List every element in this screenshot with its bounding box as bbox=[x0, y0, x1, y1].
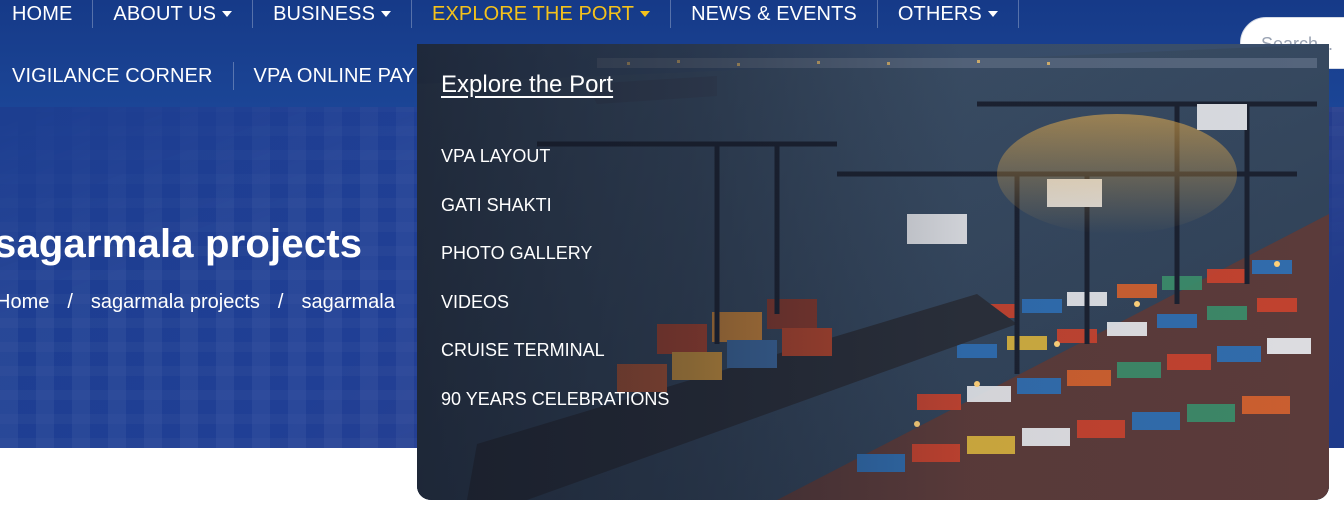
breadcrumb-current: sagarmala bbox=[301, 291, 395, 313]
nav-item-label: HOME bbox=[12, 3, 73, 25]
nav-item-business[interactable]: BUSINESS bbox=[253, 0, 413, 28]
menu-item-gati-shakti[interactable]: GATI SHAKTI bbox=[441, 192, 669, 241]
nav-item-vpa-online-pay[interactable]: VPA ONLINE PAY bbox=[234, 62, 435, 90]
nav-item-others[interactable]: OTHERS bbox=[878, 0, 1019, 28]
nav-item-label: EXPLORE THE PORT bbox=[432, 3, 635, 25]
menu-item-90-years-celebrations[interactable]: 90 YEARS CELEBRATIONS bbox=[441, 386, 669, 435]
breadcrumb: Home / sagarmala projects / sagarmala bbox=[0, 291, 395, 314]
nav-item-label: NEWS & EVENTS bbox=[691, 3, 857, 25]
nav-item-label: ABOUT US bbox=[113, 3, 217, 25]
menu-item-photo-gallery[interactable]: PHOTO GALLERY bbox=[441, 240, 669, 289]
explore-the-port-dropdown: Explore the Port VPA LAYOUT GATI SHAKTI … bbox=[417, 44, 1329, 500]
page-title: sagarmala projects bbox=[0, 222, 363, 266]
chevron-down-icon bbox=[222, 11, 233, 17]
nav-item-label: VIGILANCE CORNER bbox=[12, 65, 213, 87]
nav-item-explore-the-port[interactable]: EXPLORE THE PORT bbox=[412, 0, 672, 28]
nav-item-news-events[interactable]: NEWS & EVENTS bbox=[671, 0, 878, 28]
breadcrumb-section-link[interactable]: sagarmala projects bbox=[91, 291, 260, 314]
chevron-down-icon bbox=[381, 11, 392, 17]
nav-row-secondary: VIGILANCE CORNER VPA ONLINE PAY bbox=[0, 62, 435, 90]
nav-row-primary: HOME ABOUT US BUSINESS EXPLORE THE PORT … bbox=[0, 0, 1019, 28]
dropdown-heading-link[interactable]: Explore the Port bbox=[441, 71, 613, 99]
nav-item-label: OTHERS bbox=[897, 3, 982, 25]
menu-item-cruise-terminal[interactable]: CRUISE TERMINAL bbox=[441, 337, 669, 386]
nav-item-label: BUSINESS bbox=[273, 3, 376, 25]
breadcrumb-separator: / bbox=[277, 291, 284, 313]
breadcrumb-separator: / bbox=[67, 291, 73, 313]
menu-item-vpa-layout[interactable]: VPA LAYOUT bbox=[441, 143, 669, 192]
chevron-down-icon bbox=[640, 11, 651, 17]
nav-item-home[interactable]: HOME bbox=[0, 0, 94, 28]
nav-item-label: VPA ONLINE PAY bbox=[253, 65, 415, 87]
chevron-down-icon bbox=[987, 11, 998, 17]
breadcrumb-home-link[interactable]: Home bbox=[0, 291, 49, 314]
nav-item-vigilance-corner[interactable]: VIGILANCE CORNER bbox=[0, 62, 234, 90]
menu-item-videos[interactable]: VIDEOS bbox=[441, 289, 669, 338]
dropdown-menu-list: VPA LAYOUT GATI SHAKTI PHOTO GALLERY VID… bbox=[441, 143, 669, 434]
nav-item-about-us[interactable]: ABOUT US bbox=[93, 0, 254, 28]
